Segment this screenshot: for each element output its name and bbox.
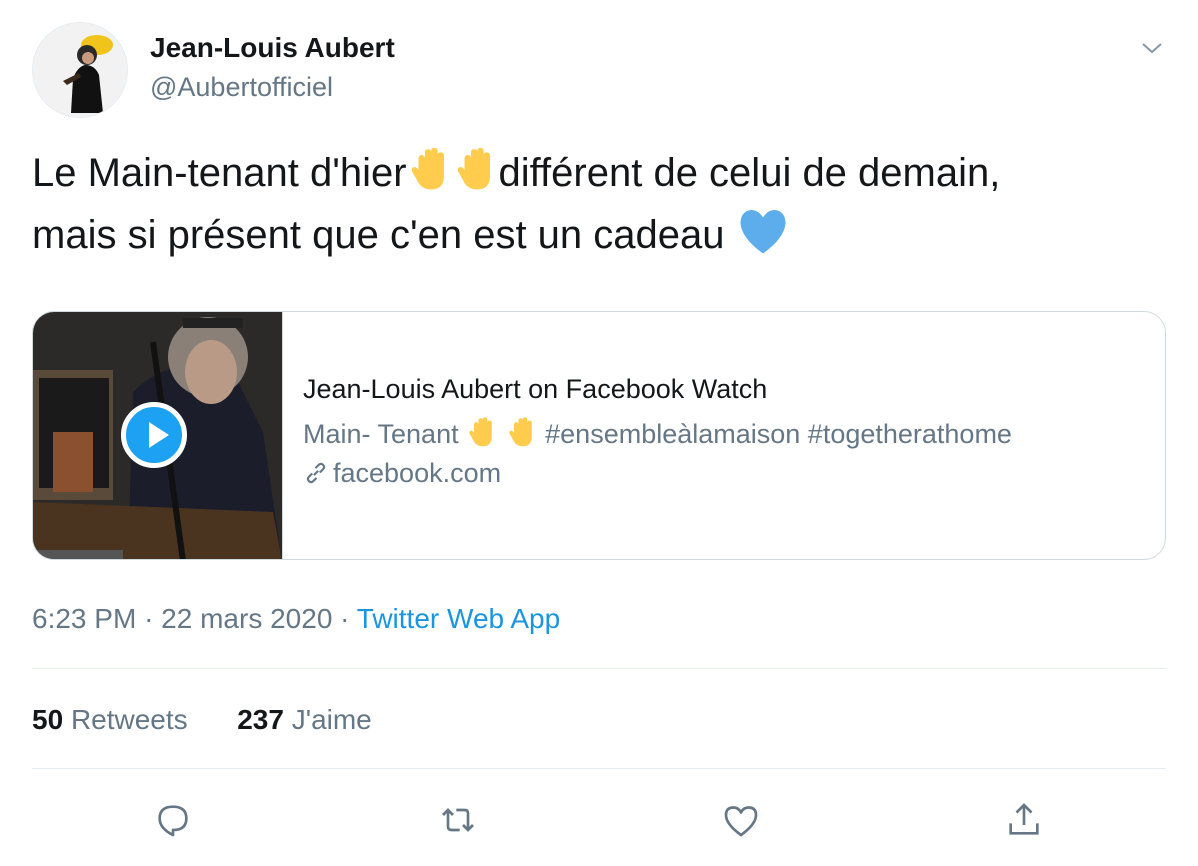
video-thumbnail[interactable] [33,312,283,559]
author-name[interactable]: Jean-Louis Aubert [150,32,395,64]
tweet-text-line1a: Le Main-tenant d'hier [32,151,407,195]
raised-hand-emoji [508,417,532,447]
raised-hand-emoji [411,147,444,190]
avatar[interactable] [32,22,128,118]
link-card[interactable]: Jean-Louis Aubert on Facebook Watch Main… [32,311,1166,560]
play-button[interactable] [121,402,187,468]
avatar-image [33,23,127,117]
share-icon[interactable] [1004,800,1044,840]
meta-separator: · [144,603,154,634]
retweets-label: Retweets [70,704,188,735]
tweet-text-line2: mais si présent que c'en est un cadeau [32,213,725,257]
blue-heart-emoji [740,210,786,254]
meta-separator: · [340,603,350,634]
raised-hand-emoji [469,417,492,447]
source-app-link[interactable]: Twitter Web App [357,603,560,634]
card-title: Jean-Louis Aubert on Facebook Watch [303,374,768,404]
raised-hand-emoji [457,147,490,190]
card-domain-text: facebook.com [333,458,502,488]
author-handle[interactable]: @Aubertofficiel [150,72,333,103]
tweet-time[interactable]: 6:23 PM [32,603,136,634]
like-icon[interactable] [721,800,761,840]
retweets-stat[interactable]: 50 Retweets [32,704,188,735]
tweet-text: Le Main-tenant d'hier différent de celui… [32,142,1162,266]
card-desc-tags: #ensembleàlamaison #togetherathome [545,419,1012,449]
tweet-date[interactable]: 22 mars 2020 [161,603,332,634]
likes-label: J'aime [291,704,372,735]
retweet-icon[interactable] [438,800,478,840]
card-description: Main- Tenant #ensembleàlamaison #togethe… [303,416,1012,450]
card-domain: facebook.com [303,458,501,489]
reply-icon[interactable] [153,800,193,840]
chevron-down-icon[interactable] [1140,36,1164,60]
likes-count: 237 [237,704,284,735]
tweet-stats: 50 Retweets 237 J'aime [32,704,372,736]
tweet-text-line1b: différent de celui de demain, [498,151,1001,195]
retweets-count: 50 [32,704,64,735]
divider [32,768,1166,769]
tweet-meta: 6:23 PM · 22 mars 2020 · Twitter Web App [32,603,560,635]
card-desc-prefix: Main- Tenant [303,419,459,449]
divider [32,668,1166,669]
link-icon [306,462,326,484]
likes-stat[interactable]: 237 J'aime [237,704,372,735]
